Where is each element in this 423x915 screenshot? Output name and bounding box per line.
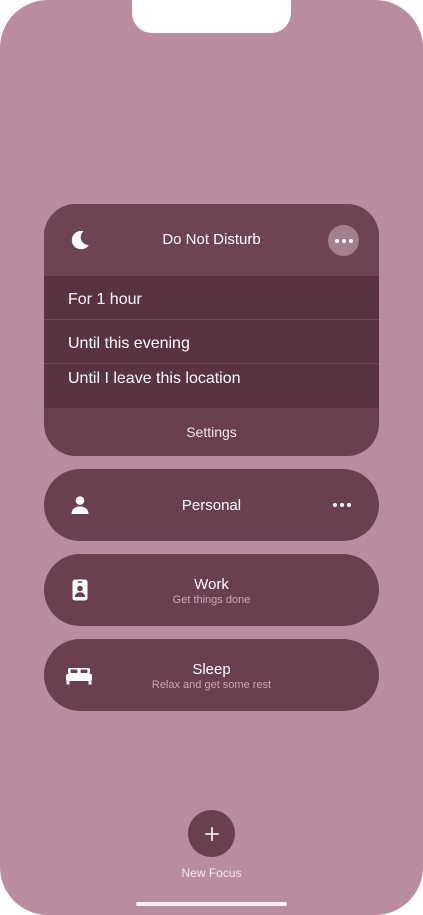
focus-work[interactable]: Work Get things done — [44, 554, 379, 626]
home-indicator[interactable] — [136, 902, 287, 906]
dnd-card: Do Not Disturb For 1 hour Until this eve… — [44, 204, 379, 456]
dnd-more-button[interactable] — [328, 225, 359, 256]
focus-work-subtitle: Get things done — [172, 594, 251, 606]
focus-personal-title: Personal — [181, 497, 242, 514]
dnd-option-leave-location[interactable]: Until I leave this location — [68, 370, 241, 388]
ellipsis-icon — [334, 238, 353, 243]
dnd-option-this-evening[interactable]: Until this evening — [68, 335, 190, 353]
divider — [44, 363, 379, 364]
focus-work-title: Work — [194, 576, 229, 593]
dnd-options: For 1 hour Until this evening Until I le… — [44, 276, 379, 408]
focus-personal[interactable]: Personal — [44, 469, 379, 541]
notch — [132, 0, 291, 33]
dnd-settings-button[interactable]: Settings — [44, 424, 379, 440]
focus-sleep-title: Sleep — [192, 661, 231, 678]
personal-more-icon[interactable] — [333, 503, 351, 507]
new-focus-label: New Focus — [181, 866, 242, 880]
phone-screen: Do Not Disturb For 1 hour Until this eve… — [0, 0, 423, 915]
focus-sleep[interactable]: Sleep Relax and get some rest — [44, 639, 379, 711]
focus-sleep-subtitle: Relax and get some rest — [151, 679, 272, 691]
dnd-option-1-hour[interactable]: For 1 hour — [68, 291, 142, 309]
new-focus-button[interactable] — [188, 810, 235, 857]
divider — [44, 319, 379, 320]
dnd-header[interactable]: Do Not Disturb — [44, 204, 379, 276]
plus-icon — [204, 826, 219, 841]
